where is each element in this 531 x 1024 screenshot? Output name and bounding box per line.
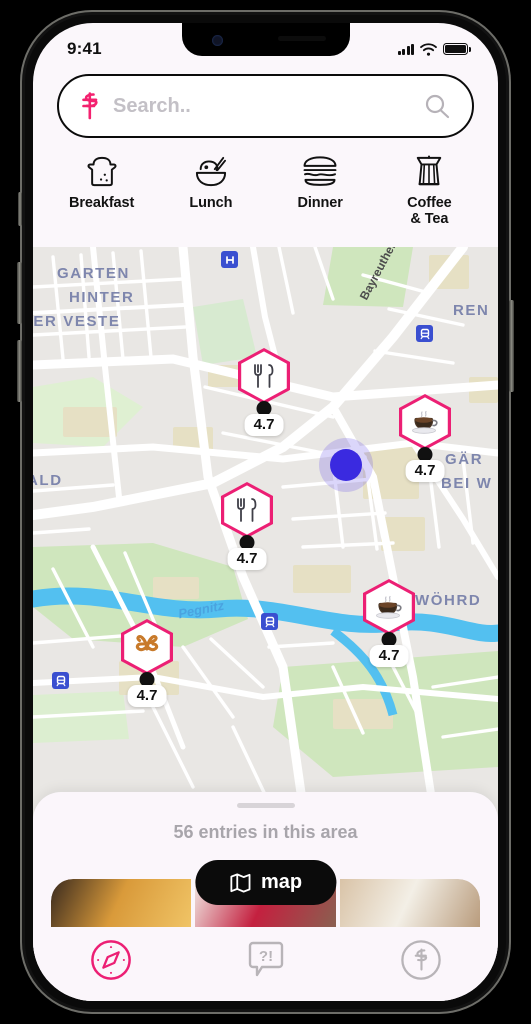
pin-hexagon-inner (124, 622, 170, 672)
pin-rating-badge: 4.7 (244, 414, 284, 437)
search-bar[interactable] (57, 74, 474, 138)
pin-rating-badge: 4.7 (227, 548, 267, 571)
status-time: 9:41 (67, 39, 102, 58)
pin-hexagon-inner (366, 582, 412, 632)
pin-hexagon (238, 348, 290, 404)
toast-bread-icon (86, 154, 118, 188)
bottom-nav-bar: ?! (33, 927, 498, 1001)
pin-coffee-1[interactable]: 4.7 (399, 394, 451, 483)
brand-logo-f-icon (82, 92, 98, 120)
fork-knife-icon (253, 363, 275, 389)
category-tab-coffee-tea[interactable]: Coffee & Tea (375, 147, 484, 257)
category-tab-breakfast[interactable]: Breakfast (47, 147, 156, 257)
pin-hexagon (221, 482, 273, 538)
fork-knife-icon (236, 497, 258, 523)
sheet-drag-handle[interactable] (236, 803, 295, 808)
coffee-cup-icon (410, 409, 440, 435)
cellular-signal-icon (397, 43, 414, 55)
pin-coffee-2[interactable]: 4.7 (363, 579, 415, 668)
brand-f-circle-icon (400, 940, 441, 980)
entries-count-label: 56 entries in this area (173, 822, 358, 842)
phone-screen: GARTENHINTERDER VESTEALDRENGÄRBEI WWÖHRD… (33, 23, 498, 1001)
burger-icon (302, 154, 338, 188)
pin-restaurant-1[interactable]: 4.7 (238, 348, 290, 437)
location-core-dot (330, 449, 362, 481)
folded-map-icon (229, 872, 250, 893)
pin-hexagon-inner (241, 351, 287, 401)
coffee-cup-icon (374, 594, 404, 620)
map-toggle-button[interactable]: map (194, 860, 337, 905)
volume-up-button[interactable] (17, 262, 22, 324)
category-tabs: Breakfast Lunch Dinner Coffee & Tea (33, 147, 498, 257)
status-icons (397, 42, 471, 56)
nav-discover[interactable] (83, 937, 139, 983)
search-magnifier-icon[interactable] (424, 93, 450, 119)
bottom-sheet[interactable]: 56 entries in this area map (33, 792, 498, 927)
pin-bakery-1[interactable]: 4.7 (121, 619, 173, 708)
pin-hexagon (121, 619, 173, 675)
moka-pot-icon (414, 154, 444, 188)
category-label-lunch: Lunch (189, 195, 233, 211)
pin-rating-badge: 4.7 (405, 460, 445, 483)
food-photo-3[interactable] (339, 879, 480, 927)
pin-rating-badge: 4.7 (369, 645, 409, 668)
category-label-coffee-tea: Coffee & Tea (407, 195, 452, 228)
train-station-icon (261, 613, 278, 630)
map-toggle-label: map (260, 871, 303, 893)
train-station-icon (416, 325, 433, 342)
pin-rating-badge: 4.7 (127, 685, 167, 708)
question-exclamation-bubble-icon: ?! (248, 941, 283, 977)
front-camera-icon (211, 35, 223, 46)
pin-hexagon-inner (224, 485, 270, 535)
train-station-icon (52, 672, 69, 689)
wifi-icon (420, 42, 437, 56)
noodle-bowl-icon (194, 154, 228, 188)
nav-profile[interactable] (393, 937, 449, 983)
pretzel-icon (133, 634, 161, 659)
power-button[interactable] (509, 300, 514, 392)
nav-quiz[interactable]: ?! (238, 937, 294, 983)
notch (181, 23, 350, 56)
food-photo-1[interactable] (51, 879, 192, 927)
pin-hexagon (363, 579, 415, 635)
phone-frame: GARTENHINTERDER VESTEALDRENGÄRBEI WWÖHRD… (17, 10, 514, 1014)
svg-text:?!: ?! (258, 948, 272, 965)
category-tab-lunch[interactable]: Lunch (156, 147, 265, 257)
silence-switch[interactable] (18, 192, 22, 226)
category-label-dinner: Dinner (297, 195, 343, 211)
pin-hexagon (399, 394, 451, 450)
user-location-dot (319, 438, 373, 492)
earpiece-speaker-icon (277, 36, 326, 41)
battery-icon (443, 43, 471, 55)
volume-down-button[interactable] (17, 340, 22, 402)
compass-icon (90, 940, 131, 980)
battery-level (445, 45, 466, 53)
pin-restaurant-2[interactable]: 4.7 (221, 482, 273, 571)
pin-hexagon-inner (402, 397, 448, 447)
category-label-breakfast: Breakfast (69, 195, 135, 211)
category-tab-dinner[interactable]: Dinner (266, 147, 375, 257)
search-input[interactable] (113, 94, 414, 118)
